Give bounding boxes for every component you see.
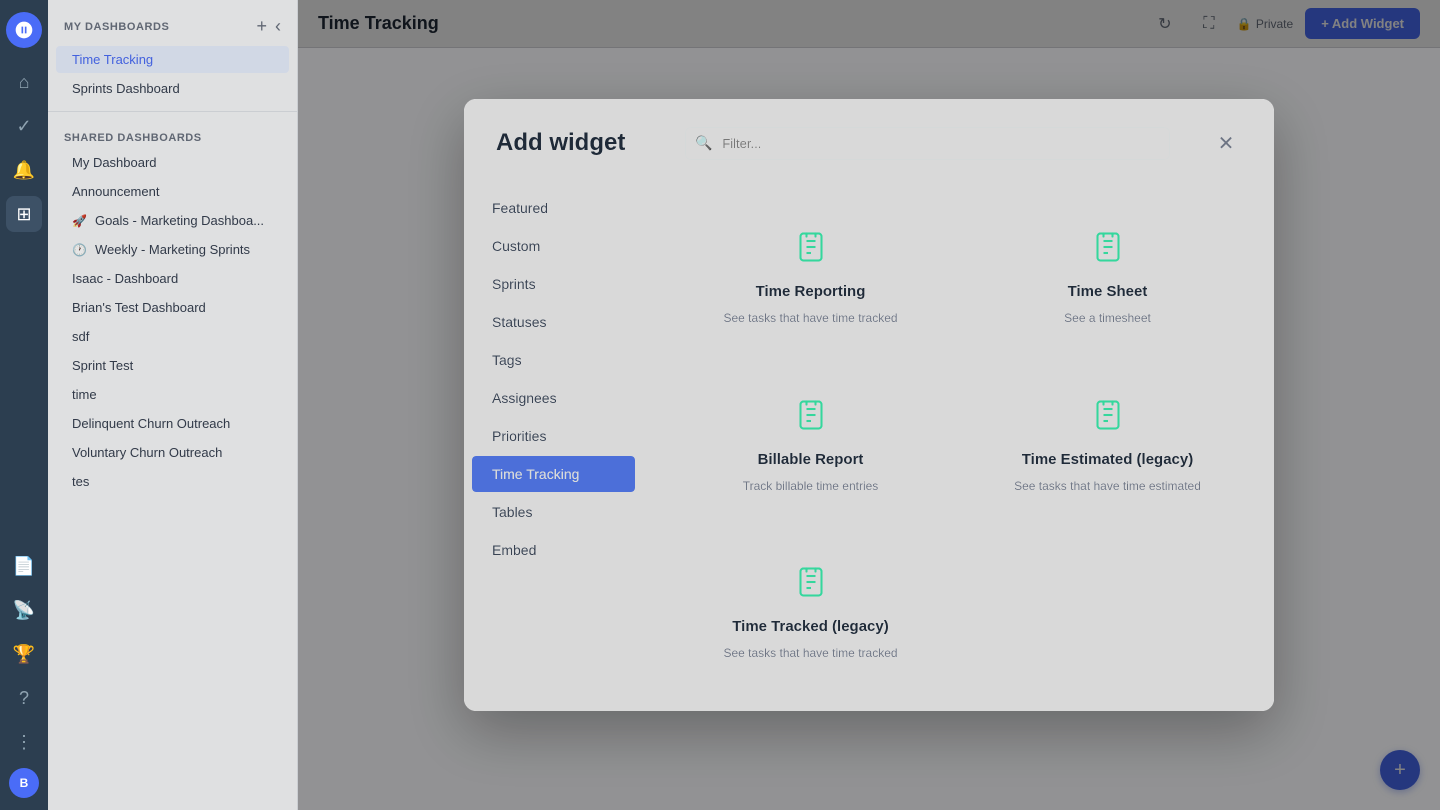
widget-card-billable-report[interactable]: Billable Report Track billable time entr… [668,368,953,524]
sidebar-item-isaac-dashboard[interactable]: Isaac - Dashboard [56,265,289,292]
time-reporting-icon [793,229,829,273]
widget-card-time-tracked[interactable]: Time Tracked (legacy) See tasks that hav… [668,535,953,691]
sidebar-item-goals-marketing[interactable]: 🚀 Goals - Marketing Dashboa... [56,207,289,234]
sidebar: MY DASHBOARDS + ‹ Time Tracking Sprints … [48,0,298,810]
docs-icon[interactable]: 📄 [6,548,42,584]
modal-overlay: Add widget 🔍 ✕ Featured Custom [298,0,1440,810]
category-tables[interactable]: Tables [472,494,635,530]
sidebar-item-delinquent[interactable]: Delinquent Churn Outreach [56,410,289,437]
sprints-dashboard-label: Sprints Dashboard [72,81,180,96]
category-tags[interactable]: Tags [472,342,635,378]
search-icon: 🔍 [695,135,712,152]
dashboard-icon[interactable]: ⊞ [6,196,42,232]
modal-header: Add widget 🔍 ✕ [464,99,1274,180]
sidebar-item-weekly-marketing[interactable]: 🕐 Weekly - Marketing Sprints [56,236,289,263]
category-custom[interactable]: Custom [472,228,635,264]
my-dashboards-label: MY DASHBOARDS [64,21,169,33]
add-dashboard-icon[interactable]: + [256,16,267,37]
sidebar-item-time[interactable]: time [56,381,289,408]
tasks-icon[interactable]: ✓ [6,108,42,144]
sidebar-item-voluntary[interactable]: Voluntary Churn Outreach [56,439,289,466]
time-reporting-title: Time Reporting [756,283,866,300]
billable-report-title: Billable Report [758,451,864,468]
close-button[interactable]: ✕ [1210,127,1242,159]
main-content: Time Tracking ↻ ⛶ 🔒 Private + Add Widget… [298,0,1440,810]
sidebar-item-time-tracking[interactable]: Time Tracking [56,46,289,73]
modal-category-sidebar: Featured Custom Sprints Statuses Tags [464,180,644,711]
time-tracked-icon [793,564,829,608]
billable-report-icon [793,397,829,441]
modal-search-container: 🔍 [685,127,1170,160]
sidebar-header: MY DASHBOARDS + ‹ [48,0,297,45]
sidebar-item-announcement[interactable]: Announcement [56,178,289,205]
filter-input[interactable] [685,127,1170,160]
sidebar-item-my-dashboard[interactable]: My Dashboard [56,149,289,176]
shared-dashboards-label: SHARED DASHBOARDS [48,120,297,148]
widget-cards-grid: Time Reporting See tasks that have time … [644,180,1274,711]
category-sprints[interactable]: Sprints [472,266,635,302]
pulse-icon[interactable]: 📡 [6,592,42,628]
category-assignees[interactable]: Assignees [472,380,635,416]
category-featured[interactable]: Featured [472,190,635,226]
time-estimated-icon [1090,397,1126,441]
inbox-icon[interactable]: 🔔 [6,152,42,188]
billable-report-desc: Track billable time entries [743,478,879,495]
time-tracked-title: Time Tracked (legacy) [732,618,888,635]
sidebar-divider-1 [48,111,297,112]
category-time-tracking[interactable]: Time Tracking [472,456,635,492]
sidebar-item-sdf[interactable]: sdf [56,323,289,350]
rocket-icon: 🚀 [72,214,87,228]
time-tracked-desc: See tasks that have time tracked [723,645,897,662]
time-reporting-desc: See tasks that have time tracked [723,310,897,327]
sidebar-item-brian-test[interactable]: Brian's Test Dashboard [56,294,289,321]
sidebar-item-sprint-test[interactable]: Sprint Test [56,352,289,379]
category-embed[interactable]: Embed [472,532,635,568]
app-logo[interactable] [6,12,42,48]
collapse-sidebar-icon[interactable]: ‹ [275,16,281,37]
help-icon[interactable]: ? [6,680,42,716]
time-tracking-label: Time Tracking [72,52,153,67]
modal-title: Add widget [496,129,625,157]
widget-card-time-reporting[interactable]: Time Reporting See tasks that have time … [668,200,953,356]
home-icon[interactable]: ⌂ [6,64,42,100]
sidebar-item-sprints-dashboard[interactable]: Sprints Dashboard [56,75,289,102]
time-estimated-title: Time Estimated (legacy) [1022,451,1193,468]
sidebar-item-tes[interactable]: tes [56,468,289,495]
time-sheet-title: Time Sheet [1068,283,1148,300]
nav-rail: ⌂ ✓ 🔔 ⊞ 📄 📡 🏆 ? ⋮ B [0,0,48,810]
more-icon[interactable]: ⋮ [6,724,42,760]
goals-icon[interactable]: 🏆 [6,636,42,672]
category-statuses[interactable]: Statuses [472,304,635,340]
add-widget-modal: Add widget 🔍 ✕ Featured Custom [464,99,1274,711]
clock-icon: 🕐 [72,243,87,257]
widget-card-time-sheet[interactable]: Time Sheet See a timesheet [965,200,1250,356]
time-sheet-icon [1090,229,1126,273]
user-avatar[interactable]: B [9,768,39,798]
time-sheet-desc: See a timesheet [1064,310,1151,327]
time-estimated-desc: See tasks that have time estimated [1014,478,1201,495]
category-priorities[interactable]: Priorities [472,418,635,454]
modal-body: Featured Custom Sprints Statuses Tags [464,180,1274,711]
widget-card-time-estimated[interactable]: Time Estimated (legacy) See tasks that h… [965,368,1250,524]
